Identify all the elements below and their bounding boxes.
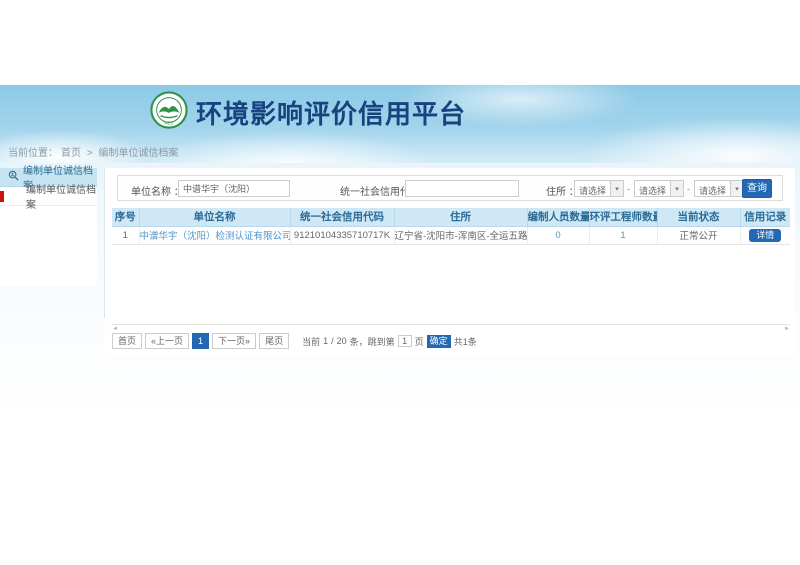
pg-total: 20 xyxy=(337,336,347,346)
pg-separator: / xyxy=(331,336,334,346)
unit-name-input[interactable] xyxy=(178,180,290,197)
mee-logo-icon: MEE xyxy=(150,91,188,134)
jump-page-input[interactable] xyxy=(398,335,412,347)
chevron-down-icon: ▾ xyxy=(670,181,683,196)
unit-name-label: 单位名称 ： xyxy=(131,183,184,198)
col-address: 住所 xyxy=(394,208,527,226)
col-status: 当前状态 xyxy=(657,208,740,226)
col-staff-count: 编制人员数量 xyxy=(527,208,589,226)
cell-unit-name: 中谱华宇（沈阳）检测认证有限公司 xyxy=(139,226,290,244)
svg-text:MEE: MEE xyxy=(164,120,173,125)
cell-staff-count: 0 xyxy=(527,226,589,244)
cell-credit-code: 91210104335710717K xyxy=(290,226,394,244)
breadcrumb-separator: > xyxy=(87,148,93,159)
select-separator: - xyxy=(687,184,690,194)
cell-address: 辽宁省-沈阳市-浑南区-全运五路35-1号楼902 xyxy=(394,226,527,244)
query-button[interactable]: 查询 xyxy=(742,179,772,198)
residence-province-select[interactable]: 请选择 ▾ xyxy=(574,180,624,197)
pagination: 首页 «上一页 1 下一页» 尾页 当前 1 / 20 条，跳到第 页 确定 共… xyxy=(112,333,477,349)
page-1-button[interactable]: 1 xyxy=(192,333,209,349)
user-search-icon xyxy=(8,170,19,184)
company-name-link[interactable]: 中谱华宇（沈阳）检测认证有限公司 xyxy=(140,231,291,242)
brand-header: MEE 环境影响评价信用平台 xyxy=(150,92,466,132)
sidebar: 编制单位诚信档案 编制单位诚信档案 xyxy=(0,168,97,286)
col-unit-name: 单位名称 xyxy=(139,208,290,226)
pg-info-prefix: 当前 xyxy=(302,335,320,348)
breadcrumb: 当前位置：首页 > 编制单位诚信档案 xyxy=(8,144,181,159)
col-index: 序号 xyxy=(112,208,139,226)
sidebar-item-credit-archive[interactable]: 编制单位诚信档案 xyxy=(0,187,97,206)
search-toolbar: 单位名称 ： 统一社会信用代码 ： 住所 ： 请选择 ▾ - 请选择 ▾ - 请… xyxy=(117,175,783,201)
staff-count-link[interactable]: 0 xyxy=(555,230,560,241)
pg-total-text: 共1条 xyxy=(454,335,477,348)
detail-button[interactable]: 详情 xyxy=(749,229,781,242)
col-engineer-count: 环评工程师数量 xyxy=(589,208,657,226)
city-select-value: 请选择 xyxy=(639,184,666,197)
cell-credit-record: 详情 xyxy=(740,226,790,244)
last-page-button[interactable]: 尾页 xyxy=(259,333,289,349)
first-page-button[interactable]: 首页 xyxy=(112,333,142,349)
district-select-value: 请选择 xyxy=(699,184,726,197)
main-content: 单位名称 ： 统一社会信用代码 ： 住所 ： 请选择 ▾ - 请选择 ▾ - 请… xyxy=(105,168,795,356)
active-item-marker xyxy=(0,191,4,202)
pg-current: 1 xyxy=(323,336,328,346)
breadcrumb-prefix: 当前位置： xyxy=(8,148,58,159)
residence-city-select[interactable]: 请选择 ▾ xyxy=(634,180,684,197)
pg-info-middle: 条，跳到第 xyxy=(350,335,395,348)
residence-district-select[interactable]: 请选择 ▾ xyxy=(694,180,744,197)
scroll-right-icon[interactable]: ► xyxy=(784,326,790,332)
sidebar-spacer xyxy=(0,206,97,286)
next-page-button[interactable]: 下一页» xyxy=(212,333,256,349)
province-select-value: 请选择 xyxy=(579,184,606,197)
table-header-row: 序号 单位名称 统一社会信用代码 住所 编制人员数量 环评工程师数量 当前状态 … xyxy=(112,208,790,226)
breadcrumb-home-link[interactable]: 首页 xyxy=(61,148,81,159)
cell-index: 1 xyxy=(112,226,139,244)
select-separator: - xyxy=(627,184,630,194)
breadcrumb-current: 编制单位诚信档案 xyxy=(98,148,178,159)
cell-engineer-count: 1 xyxy=(589,226,657,244)
prev-page-button[interactable]: «上一页 xyxy=(145,333,189,349)
platform-title: 环境影响评价信用平台 xyxy=(196,94,466,131)
pg-info-suffix: 页 xyxy=(415,335,424,348)
cell-status: 正常公开 xyxy=(657,226,740,244)
col-credit-record: 信用记录 xyxy=(740,208,790,226)
table-row: 1 中谱华宇（沈阳）检测认证有限公司 91210104335710717K 辽宁… xyxy=(112,226,790,244)
scroll-left-icon[interactable]: ◄ xyxy=(112,326,118,332)
col-credit-code: 统一社会信用代码 xyxy=(290,208,394,226)
results-table: 序号 单位名称 统一社会信用代码 住所 编制人员数量 环评工程师数量 当前状态 … xyxy=(112,208,790,245)
chevron-down-icon: ▾ xyxy=(610,181,623,196)
credit-code-input[interactable] xyxy=(405,180,519,197)
sidebar-item-label: 编制单位诚信档案 xyxy=(26,181,97,211)
horizontal-scrollbar[interactable]: ◄ ► xyxy=(112,324,790,332)
engineer-count-link[interactable]: 1 xyxy=(620,230,625,241)
pagination-info: 当前 1 / 20 条，跳到第 页 确定 共1条 xyxy=(302,335,477,348)
confirm-jump-button[interactable]: 确定 xyxy=(427,335,451,348)
